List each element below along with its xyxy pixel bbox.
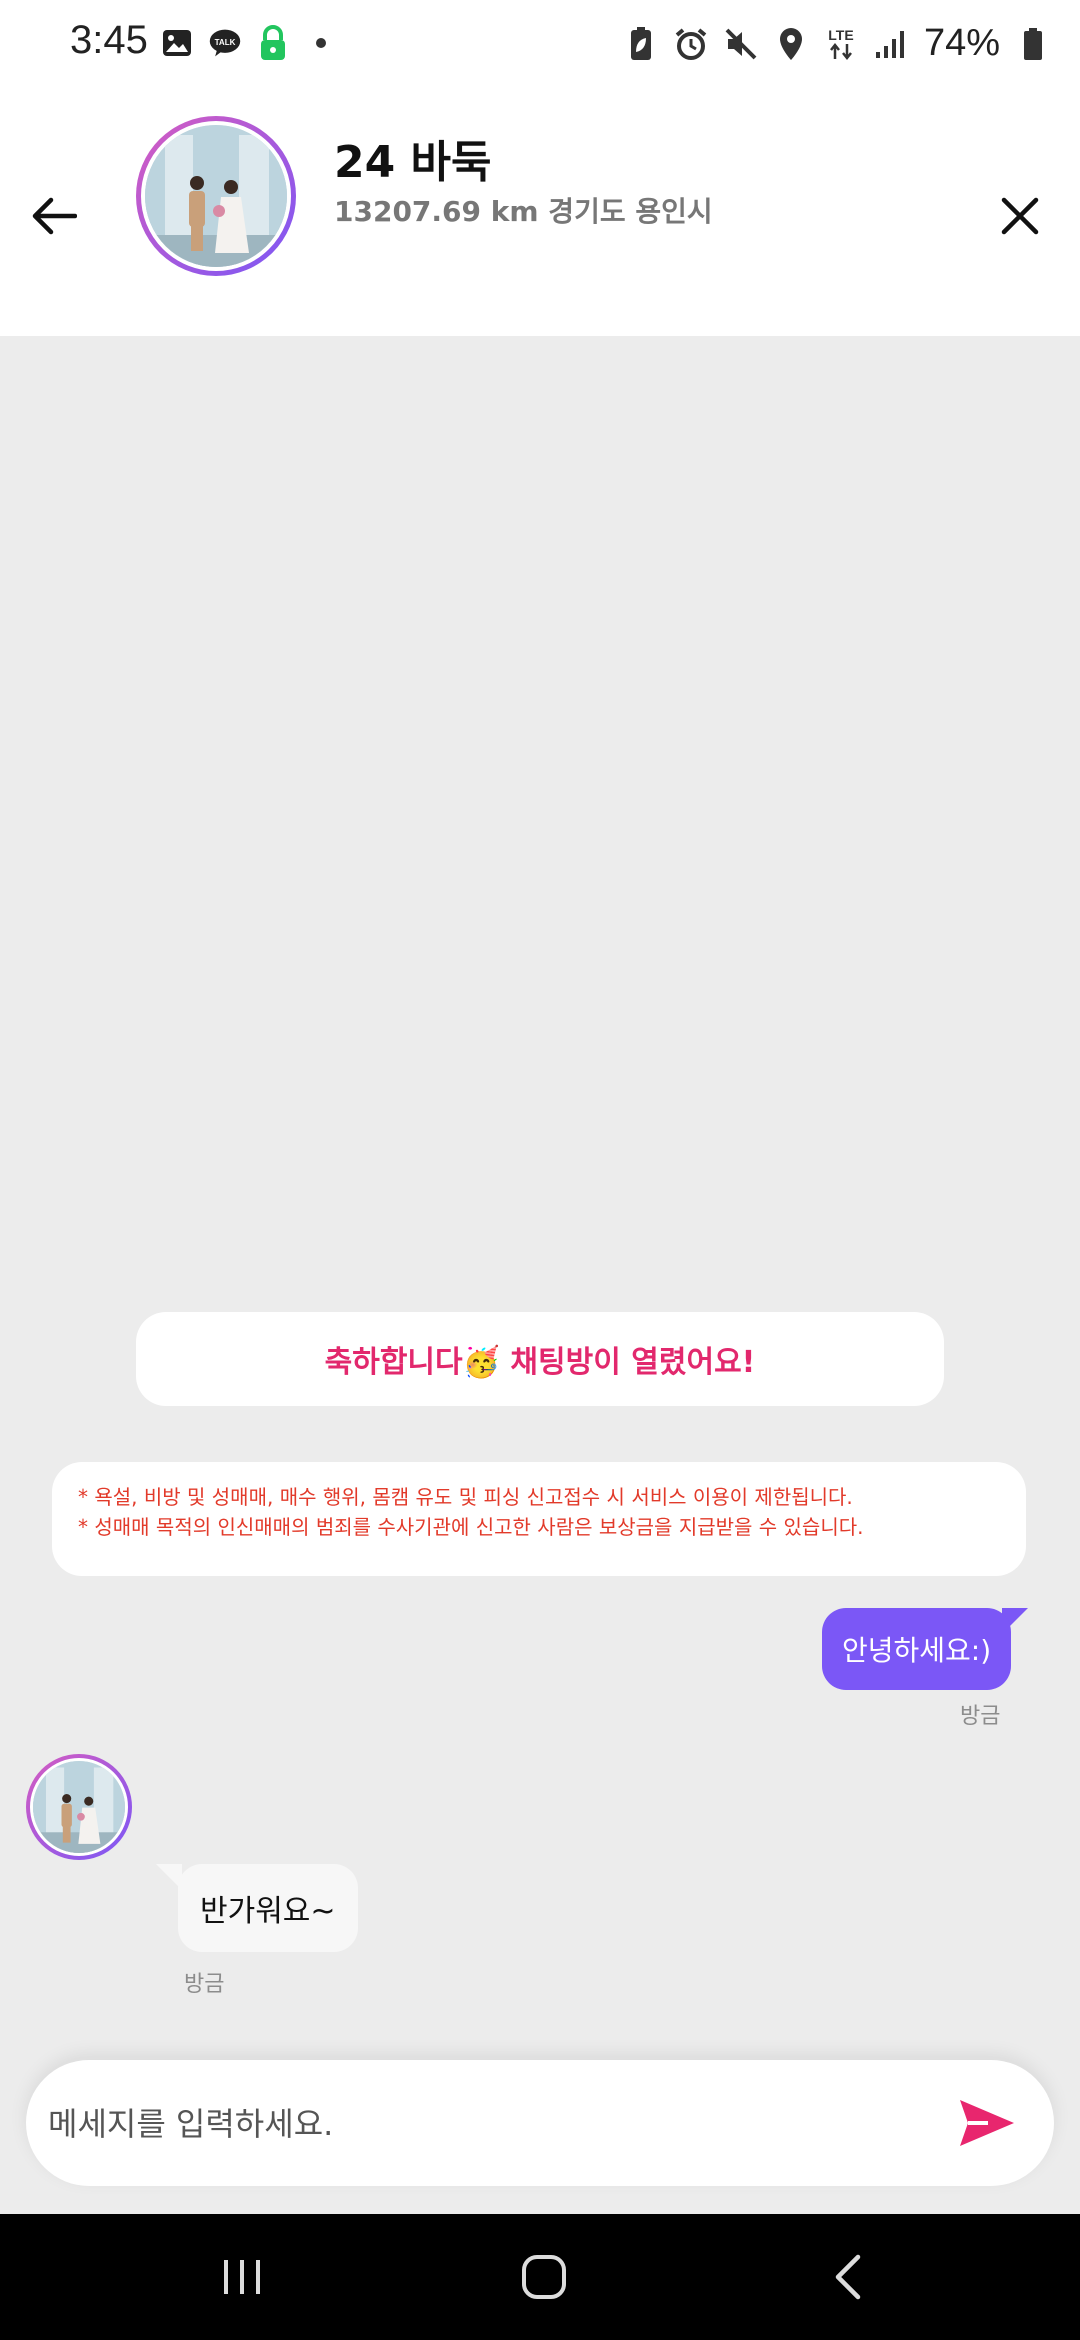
recent-apps-button[interactable] <box>212 2252 272 2302</box>
profile-avatar[interactable] <box>136 116 296 276</box>
close-button[interactable] <box>990 186 1050 246</box>
kakaotalk-icon: TALK <box>208 26 242 60</box>
back-nav-button[interactable] <box>818 2252 878 2302</box>
system-nav-bar <box>0 2214 1080 2340</box>
location-icon <box>774 27 808 61</box>
back-button[interactable] <box>24 186 84 246</box>
send-button[interactable] <box>956 2092 1018 2154</box>
warning-card: * 욕설, 비방 및 성매매, 매수 행위, 몸캠 유도 및 피싱 신고접수 시… <box>52 1462 1026 1576</box>
chevron-left-icon <box>835 2254 861 2300</box>
status-time: 3:45 <box>70 18 148 62</box>
signal-icon <box>874 27 908 61</box>
chat-open-notice: 축하합니다🥳 채팅방이 열렸어요! <box>136 1312 944 1406</box>
home-icon <box>522 2255 566 2299</box>
message-composer <box>26 2060 1054 2186</box>
recent-apps-icon <box>224 2260 260 2294</box>
lock-icon <box>256 25 290 60</box>
incoming-message-time: 방금 <box>184 1972 225 1997</box>
battery-saver-icon <box>624 26 658 61</box>
dot-icon <box>304 26 338 60</box>
chat-subtitle: 13207.69 km 경기도 용인시 <box>334 195 713 228</box>
status-icons-right: LTE 74% <box>624 22 1050 65</box>
battery-icon <box>1016 27 1050 61</box>
chat-header: 24 바둑 13207.69 km 경기도 용인시 <box>0 96 1080 336</box>
incoming-message[interactable]: 반가워요~ <box>178 1864 358 1952</box>
back-arrow-icon <box>32 197 77 235</box>
battery-percent: 74% <box>923 22 1000 64</box>
message-input[interactable] <box>46 2080 950 2168</box>
avatar-photo <box>141 121 291 271</box>
image-icon <box>160 26 194 60</box>
sender-avatar[interactable] <box>26 1754 132 1860</box>
status-bar: 3:45 TALK LTE 74% <box>0 0 1080 96</box>
status-icons-left: TALK <box>160 25 338 60</box>
alarm-icon <box>674 27 708 61</box>
outgoing-message-time: 방금 <box>960 1704 1001 1729</box>
warning-line-1: * 욕설, 비방 및 성매매, 매수 행위, 몸캠 유도 및 피싱 신고접수 시… <box>78 1485 853 1509</box>
outgoing-message[interactable]: 안녕하세요:) <box>822 1608 1012 1690</box>
send-icon <box>960 2100 1014 2146</box>
mute-icon <box>724 27 758 61</box>
home-button[interactable] <box>514 2252 574 2302</box>
svg-text:TALK: TALK <box>215 38 236 47</box>
svg-text:LTE: LTE <box>828 27 853 43</box>
lte-icon: LTE <box>824 27 858 61</box>
warning-line-2: * 성매매 목적의 인신매매의 범죄를 수사기관에 신고한 사람은 보상금을 지… <box>78 1515 864 1539</box>
chat-title: 24 바둑 <box>334 137 492 188</box>
close-icon <box>1001 197 1039 235</box>
sender-avatar-photo <box>30 1758 128 1856</box>
